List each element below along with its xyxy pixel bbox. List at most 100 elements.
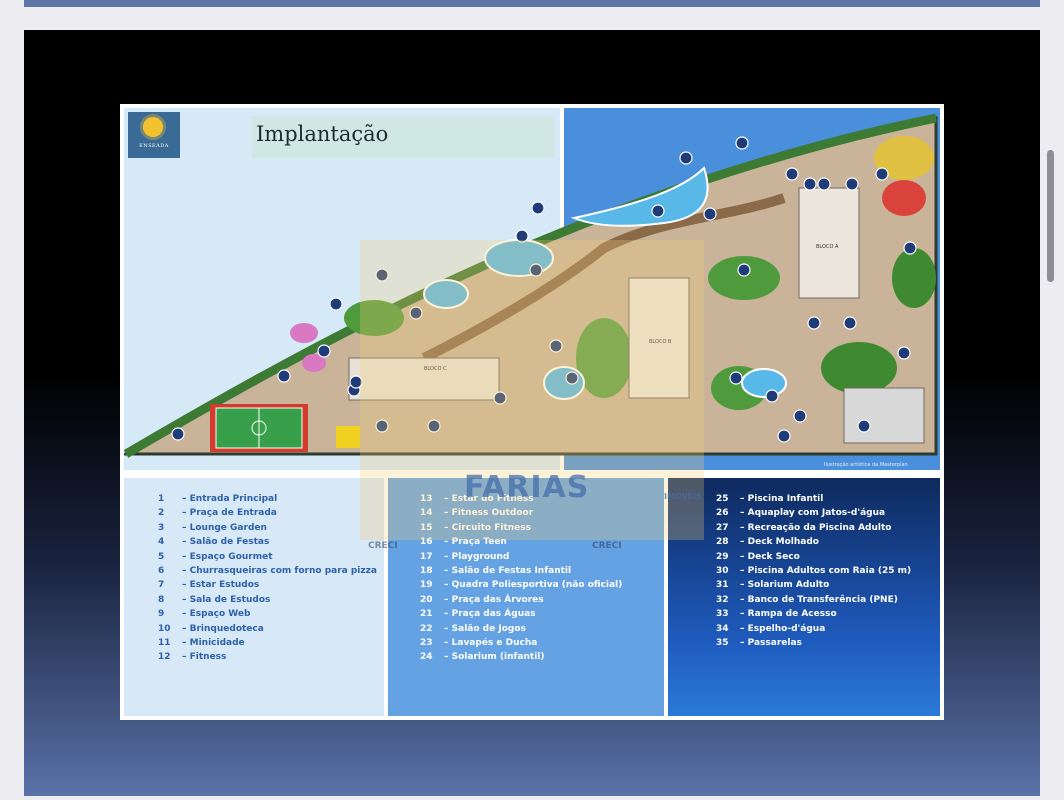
legend-item-label: – Espaço Gourmet [182, 551, 273, 562]
plan-title: Implantação [256, 122, 389, 146]
legend-item-label: – Rampa de Acesso [740, 609, 837, 620]
legend-item-label: – Lavapés e Ducha [444, 638, 538, 649]
legend-item-number: 34 [716, 623, 729, 634]
site-plan-image[interactable]: BLOCO C BLOCO B BLOCO A ENSEADA Implanta… [120, 104, 944, 720]
legend-item-number: 28 [716, 537, 729, 548]
legend-item-label: – Solarium (infantil) [444, 652, 545, 663]
legend-item-label: – Brinquedoteca [182, 623, 264, 634]
legend-item-number: 15 [420, 522, 433, 533]
legend-item-label: – Praça de Entrada [182, 508, 277, 519]
legend-item: 31 – Solarium Adulto [716, 578, 911, 592]
enseada-logo: ENSEADA [128, 112, 180, 158]
legend-item: 3 – Lounge Garden [158, 521, 377, 535]
legend-item-label: – Entrada Principal [182, 494, 278, 504]
legend-item-number: 24 [420, 652, 433, 663]
legend-column-2: 13– Estar do Fitness 14– Fitness Outdoor 1… [388, 478, 664, 716]
legend-item-number: 20 [420, 594, 433, 605]
legend-item: 19 – Quadra Poliesportiva (não oficial) [420, 578, 622, 592]
legend-item: 22 – Salão de Jogos [420, 622, 622, 636]
legend-item: 30 – Piscina Adultos com Raia (25 m) [716, 564, 911, 578]
legend-item-number: 16 [420, 537, 433, 548]
legend-item-label: – Circuito Fitness [444, 522, 531, 533]
top-bar [24, 0, 1040, 7]
block-a-label: BLOCO A [816, 244, 839, 250]
legend-item: 17 – Playground [420, 550, 622, 564]
watermark-left-text: CRECI [368, 541, 398, 551]
legend-item-number: 17 [420, 551, 433, 562]
legend-item: 14 – Fitness Outdoor [420, 506, 622, 520]
legend-item-number: 8 [158, 594, 165, 605]
legend-item-label: – Salão de Festas [182, 537, 270, 548]
legend-item-label: – Deck Molhado [740, 537, 819, 548]
legend-item-label: – Estar Estudos [182, 580, 260, 591]
legend-item-number: 22 [420, 623, 433, 634]
legend-item-number: 7 [158, 580, 165, 591]
legend-item-number: 13 [420, 494, 433, 504]
legend-item-number: 6 [158, 566, 165, 577]
legend-item: 23 – Lavapés e Ducha [420, 636, 622, 650]
legend-item: 34 – Espelho-d'água [716, 622, 911, 636]
legend-item-label: – Churrasqueiras com forno para pizza [182, 566, 377, 577]
legend-item-number: 25 [716, 494, 729, 504]
legend-item: 35 – Passarelas [716, 636, 911, 650]
legend-item-label: – Espaço Web [182, 609, 251, 620]
legend-item: 7 – Estar Estudos [158, 578, 377, 592]
legend-item: 24 – Solarium (infantil) [420, 650, 622, 664]
scrollbar-thumb[interactable] [1047, 150, 1054, 282]
legend-item-label: – Fitness [182, 652, 227, 663]
legend-item-number: 1 [158, 494, 165, 504]
legend-item-number: 35 [716, 638, 729, 649]
legend-item-number: 30 [716, 566, 729, 577]
legend-item-number: 21 [420, 609, 433, 620]
legend-item-number: 12 [158, 652, 171, 663]
legend-item-number: 23 [420, 638, 433, 649]
legend-item-number: 27 [716, 522, 729, 533]
legend-item: 9 – Espaço Web [158, 607, 377, 621]
legend-item-number: 2 [158, 508, 165, 519]
legend-item: 5 – Espaço Gourmet [158, 550, 377, 564]
legend-item-number: 14 [420, 508, 433, 519]
legend-item-number: 29 [716, 551, 729, 562]
legend-list-1: 1 – Entrada Principal 2 – Praça de Entrada 3… [158, 492, 377, 665]
legend-item-number: 5 [158, 551, 165, 562]
legend-item-label: – Praça das Águas [444, 609, 536, 620]
legend-item-label: – Praça das Árvores [444, 594, 544, 605]
legend-item-label: – Salão de Festas Infantil [444, 566, 572, 577]
illustration-credit: Ilustração artística da Masterplan [824, 462, 908, 468]
legend-item-number: 33 [716, 609, 729, 620]
legend-item-label: – Sala de Estudos [182, 594, 271, 605]
block-b-label: BLOCO B [649, 339, 672, 345]
legend-item-label: – Lounge Garden [182, 522, 267, 533]
legend-list-3: 25 – Piscina Infantil 26 – Aquaplay com Jat… [716, 492, 911, 650]
logo-text: ENSEADA [139, 143, 169, 149]
legend-list-2: 13– Estar do Fitness 14– Fitness Outdoor 1… [420, 492, 622, 665]
legend-item-label: – Recreação da Piscina Adulto [740, 522, 892, 533]
legend-item: 10 – Brinquedoteca [158, 622, 377, 636]
legend-item-number: 18 [420, 566, 433, 577]
legend-item: 12 – Fitness [158, 650, 377, 664]
legend-item-label: – Salão de Jogos [444, 623, 526, 634]
legend-item-number: 10 [158, 623, 171, 634]
legend-item: 20 – Praça das Árvores [420, 593, 622, 607]
legend-item-label: – Praça Teen [444, 537, 507, 548]
legend-item: 25 – Piscina Infantil [716, 492, 911, 506]
legend-item: 15 – Circuito Fitness [420, 521, 622, 535]
legend-item-label: – Solarium Adulto [740, 580, 830, 591]
legend-item-number: 31 [716, 580, 729, 591]
legend-item-label: – Minicidade [182, 638, 245, 649]
legend-item-number: 4 [158, 537, 165, 548]
legend-item-label: – Banco de Transferência (PNE) [740, 594, 898, 605]
legend-item: 18 – Salão de Festas Infantil [420, 564, 622, 578]
legend-item: 8 – Sala de Estudos [158, 593, 377, 607]
legend-item-number: 26 [716, 508, 729, 519]
legend-item-label: – Playground [444, 551, 510, 562]
legend-item: 11 – Minicidade [158, 636, 377, 650]
legend-item: 4 – Salão de Festas [158, 535, 377, 549]
block-c-label: BLOCO C [424, 366, 447, 372]
watermark-right-text: CRECI [592, 541, 622, 551]
legend-item-label: – Aquaplay com Jatos-d'água [740, 508, 886, 519]
legend-item: 33 – Rampa de Acesso [716, 607, 911, 621]
sun-icon [143, 117, 163, 137]
legend-item: 28 – Deck Molhado [716, 535, 911, 549]
watermark-sub: IMÓVEIS [664, 492, 702, 501]
